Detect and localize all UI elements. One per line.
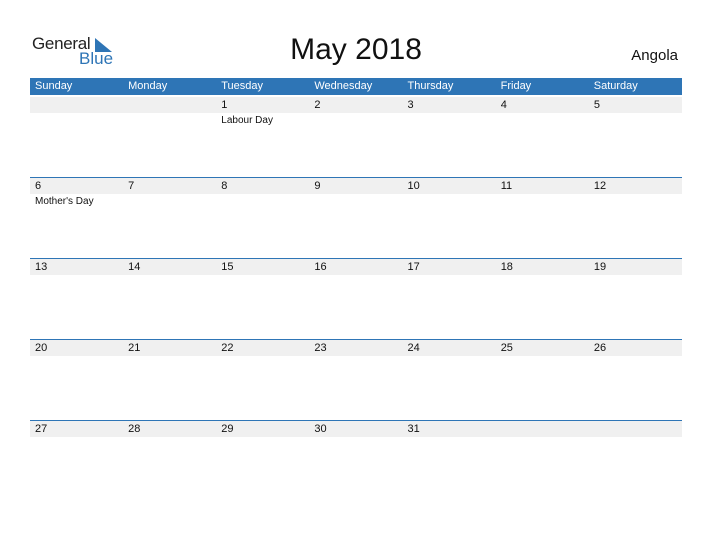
day-number: 11 bbox=[500, 180, 513, 192]
day-cell: 28 bbox=[123, 421, 216, 501]
day-cell: 9 bbox=[309, 178, 402, 258]
day-cell: 8 bbox=[216, 178, 309, 258]
day-cell: 29 bbox=[216, 421, 309, 501]
day-cell: 3 bbox=[403, 97, 496, 177]
day-number: 25 bbox=[500, 342, 513, 354]
day-number: 16 bbox=[314, 261, 327, 273]
day-cell: 21 bbox=[123, 340, 216, 420]
country-label: Angola bbox=[631, 47, 678, 64]
day-cell: 11 bbox=[496, 178, 589, 258]
day-cell: 2 bbox=[309, 97, 402, 177]
day-cell: 20 bbox=[30, 340, 123, 420]
day-cell: 4 bbox=[496, 97, 589, 177]
weekday-sunday: Sunday bbox=[35, 80, 73, 92]
day-number: 23 bbox=[314, 342, 327, 354]
day-cell bbox=[123, 97, 216, 177]
day-number: 3 bbox=[407, 99, 414, 111]
day-number: 17 bbox=[407, 261, 420, 273]
day-cell: 24 bbox=[403, 340, 496, 420]
day-cell: 5 bbox=[589, 97, 682, 177]
day-number: 27 bbox=[35, 423, 48, 435]
weekday-wednesday: Wednesday bbox=[314, 80, 373, 92]
day-number: 8 bbox=[221, 180, 228, 192]
day-number: 9 bbox=[314, 180, 321, 192]
month-year: May 2018 bbox=[290, 33, 422, 66]
day-number: 10 bbox=[407, 180, 420, 192]
day-number: 7 bbox=[128, 180, 135, 192]
week-row: 13 14 15 16 17 18 19 bbox=[30, 258, 682, 340]
calendar-title: May 2018 bbox=[0, 33, 712, 67]
day-number: 31 bbox=[407, 423, 420, 435]
day-cell bbox=[496, 421, 589, 501]
day-cell: 13 bbox=[30, 259, 123, 339]
day-number: 19 bbox=[593, 261, 607, 273]
day-number: 15 bbox=[221, 261, 234, 273]
week-row: 20 21 22 23 24 25 26 bbox=[30, 339, 682, 421]
day-cell: 19 bbox=[589, 259, 682, 339]
weekday-thursday: Thursday bbox=[407, 80, 454, 92]
weekday-friday: Friday bbox=[500, 80, 532, 92]
day-number: 2 bbox=[314, 99, 321, 111]
day-number: 1 bbox=[221, 99, 228, 111]
day-cell: 26 bbox=[589, 340, 682, 420]
weekday-saturday: Saturday bbox=[593, 80, 638, 92]
day-cell bbox=[589, 421, 682, 501]
day-number: 6 bbox=[35, 180, 42, 192]
day-cell: 7 bbox=[123, 178, 216, 258]
week-row: 27 28 29 30 31 bbox=[30, 420, 682, 502]
day-number: 18 bbox=[500, 261, 513, 273]
day-cell: 30 bbox=[309, 421, 402, 501]
day-cell: 12 bbox=[589, 178, 682, 258]
day-number: 4 bbox=[500, 99, 507, 111]
day-cell: 31 bbox=[403, 421, 496, 501]
week-row: 1 Labour Day 2 3 4 5 bbox=[30, 97, 682, 178]
day-number: 20 bbox=[35, 342, 48, 354]
day-cell: 22 bbox=[216, 340, 309, 420]
day-number: 14 bbox=[128, 261, 141, 273]
day-number: 28 bbox=[128, 423, 141, 435]
day-cell: 10 bbox=[403, 178, 496, 258]
week-row: 6 Mother's Day 7 8 9 10 11 12 bbox=[30, 177, 682, 259]
day-cell: 27 bbox=[30, 421, 123, 501]
day-cell: 6 Mother's Day bbox=[30, 178, 123, 258]
day-number: 21 bbox=[128, 342, 141, 354]
holiday-label: Mother's Day bbox=[35, 196, 94, 207]
day-cell: 16 bbox=[309, 259, 402, 339]
day-cell: 18 bbox=[496, 259, 589, 339]
day-cell: 1 Labour Day bbox=[216, 97, 309, 177]
day-cell bbox=[30, 97, 123, 177]
day-number: 13 bbox=[35, 261, 48, 273]
weekday-tuesday: Tuesday bbox=[221, 80, 264, 92]
day-cell: 17 bbox=[403, 259, 496, 339]
day-number: 24 bbox=[407, 342, 420, 354]
day-number: 5 bbox=[593, 99, 600, 111]
day-number: 22 bbox=[221, 342, 234, 354]
day-number: 12 bbox=[593, 180, 607, 192]
weekday-header: Sunday Monday Tuesday Wednesday Thursday… bbox=[30, 78, 682, 95]
weekday-monday: Monday bbox=[128, 80, 168, 92]
day-cell: 25 bbox=[496, 340, 589, 420]
day-cell: 23 bbox=[309, 340, 402, 420]
holiday-label: Labour Day bbox=[221, 115, 273, 126]
day-number: 29 bbox=[221, 423, 234, 435]
day-number: 30 bbox=[314, 423, 327, 435]
day-cell: 15 bbox=[216, 259, 309, 339]
day-number: 26 bbox=[593, 342, 607, 354]
day-cell: 14 bbox=[123, 259, 216, 339]
